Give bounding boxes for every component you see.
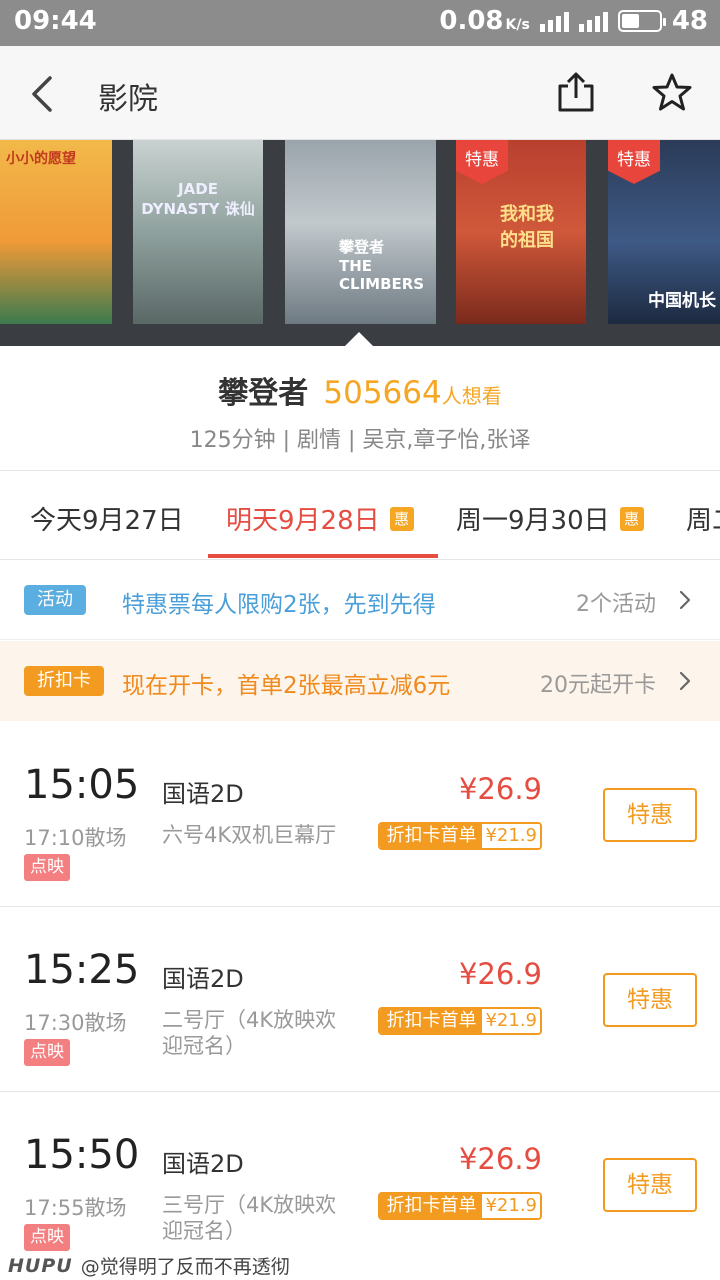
discount-card-row[interactable]: 折扣卡 现在开卡，首单2张最高立减6元 20元起开卡: [0, 641, 720, 721]
language-format: 国语2D: [162, 1150, 244, 1178]
chevron-right-icon: [679, 671, 691, 691]
ticket-price: ¥26.9: [458, 1142, 542, 1176]
poster-tag: 特惠: [456, 140, 508, 184]
activity-text: 特惠票每人限购2张，先到先得: [122, 592, 436, 618]
hall-name: 二号厅（4K放映欢迎冠名）: [162, 1008, 337, 1058]
chevron-left-icon[interactable]: [26, 74, 66, 114]
tab-date[interactable]: 周二: [686, 500, 720, 537]
start-time: 15:25: [24, 947, 140, 993]
buy-ticket-button[interactable]: 特惠: [603, 1158, 697, 1212]
discount-price-tag: 折扣卡首单 ¥21.9: [378, 822, 542, 850]
preview-badge: 点映: [24, 1224, 70, 1251]
poster-card[interactable]: 我和我的祖国 特惠: [456, 140, 586, 324]
preview-badge: 点映: [24, 1039, 70, 1066]
start-time: 15:05: [24, 762, 140, 808]
discount-price-tag: 折扣卡首单 ¥21.9: [378, 1192, 542, 1220]
status-icons: 0.08 K/s 48: [439, 6, 708, 36]
page-title: 影院: [98, 82, 158, 117]
activity-count: 2个活动: [576, 592, 656, 617]
cell-signal-icon: [578, 10, 608, 32]
showtime-row[interactable]: 15:25 17:30散场 点映 国语2D 二号厅（4K放映欢迎冠名） ¥26.…: [0, 907, 720, 1092]
activity-chip: 活动: [24, 585, 86, 615]
chevron-right-icon: [679, 590, 691, 610]
network-speed: 0.08 K/s: [439, 6, 530, 36]
poster-card[interactable]: 小小的愿望: [0, 140, 112, 324]
end-time: 17:30散场: [24, 1011, 127, 1035]
battery-level: [621, 14, 640, 28]
discount-card-chip: 折扣卡: [24, 666, 104, 696]
star-icon[interactable]: [652, 72, 692, 112]
hall-name: 三号厅（4K放映欢迎冠名）: [162, 1193, 337, 1243]
discount-card-text: 现在开卡，首单2张最高立减6元: [122, 673, 451, 699]
watermark: HUPU @觉得明了反而不再透彻: [8, 1252, 290, 1279]
poster-card[interactable]: 攀登者 THE CLIMBERS: [285, 140, 436, 324]
tab-date[interactable]: 今天9月27日: [30, 500, 184, 537]
clock: 09:44: [14, 6, 97, 36]
date-tabs: 今天9月27日 明天9月28日 惠 周一9月30日 惠 周二: [0, 472, 720, 560]
buy-ticket-button[interactable]: 特惠: [603, 973, 697, 1027]
poster-title: 小小的愿望: [6, 151, 76, 167]
poster-carousel[interactable]: 小小的愿望 JADE DYNASTY 诛仙 攀登者 THE CLIMBERS 我…: [0, 140, 720, 346]
showtime-row[interactable]: 15:50 17:55散场 点映 国语2D 三号厅（4K放映欢迎冠名） ¥26.…: [0, 1092, 720, 1277]
wifi-signal-icon: [539, 10, 569, 32]
ticket-price: ¥26.9: [458, 772, 542, 806]
nav-bar: 影院: [0, 46, 720, 140]
watermark-logo: HUPU: [8, 1254, 73, 1277]
tab-date[interactable]: 明天9月28日 惠: [226, 500, 414, 537]
end-time: 17:10散场: [24, 826, 127, 850]
buy-ticket-button[interactable]: 特惠: [603, 788, 697, 842]
discount-badge: 惠: [619, 506, 644, 531]
discount-price-tag: 折扣卡首单 ¥21.9: [378, 1007, 542, 1035]
poster-title: JADE DYNASTY 诛仙: [141, 180, 255, 218]
poster-tag: 特惠: [608, 140, 660, 184]
active-tab-indicator: [208, 554, 438, 558]
activity-row[interactable]: 活动 特惠票每人限购2张，先到先得 2个活动: [0, 560, 720, 640]
movie-info: 攀登者 505664人想看 125分钟 | 剧情 | 吴京,章子怡,张译: [0, 346, 720, 471]
end-time: 17:55散场: [24, 1196, 127, 1220]
watermark-text: @觉得明了反而不再透彻: [80, 1256, 290, 1278]
poster-title: 攀登者 THE CLIMBERS: [339, 238, 425, 293]
movie-meta: 125分钟 | 剧情 | 吴京,章子怡,张译: [189, 428, 531, 453]
battery-icon: [617, 10, 666, 32]
poster-title: 中国机长: [648, 291, 716, 311]
showtime-row[interactable]: 15:05 17:10散场 点映 国语2D 六号4K双机巨幕厅 ¥26.9 折扣…: [0, 722, 720, 907]
want-count: 505664: [323, 375, 442, 411]
poster-title: 我和我的祖国: [500, 204, 554, 251]
hall-name: 六号4K双机巨幕厅: [162, 823, 337, 847]
language-format: 国语2D: [162, 965, 244, 993]
battery-percent: 48: [671, 6, 708, 36]
tab-date[interactable]: 周一9月30日 惠: [456, 500, 644, 537]
movie-title: 攀登者: [218, 376, 309, 411]
want-label: 人想看: [441, 384, 502, 408]
poster-card[interactable]: JADE DYNASTY 诛仙: [133, 140, 263, 324]
language-format: 国语2D: [162, 780, 244, 808]
discount-badge: 惠: [389, 506, 414, 531]
poster-card[interactable]: 中国机长 特惠: [608, 140, 720, 324]
status-bar: 09:44 0.08 K/s 48: [0, 0, 720, 46]
share-icon[interactable]: [556, 70, 596, 114]
preview-badge: 点映: [24, 854, 70, 881]
start-time: 15:50: [24, 1132, 140, 1178]
ticket-price: ¥26.9: [458, 957, 542, 991]
selected-poster-pointer: [344, 332, 374, 347]
discount-card-price: 20元起开卡: [540, 673, 656, 698]
